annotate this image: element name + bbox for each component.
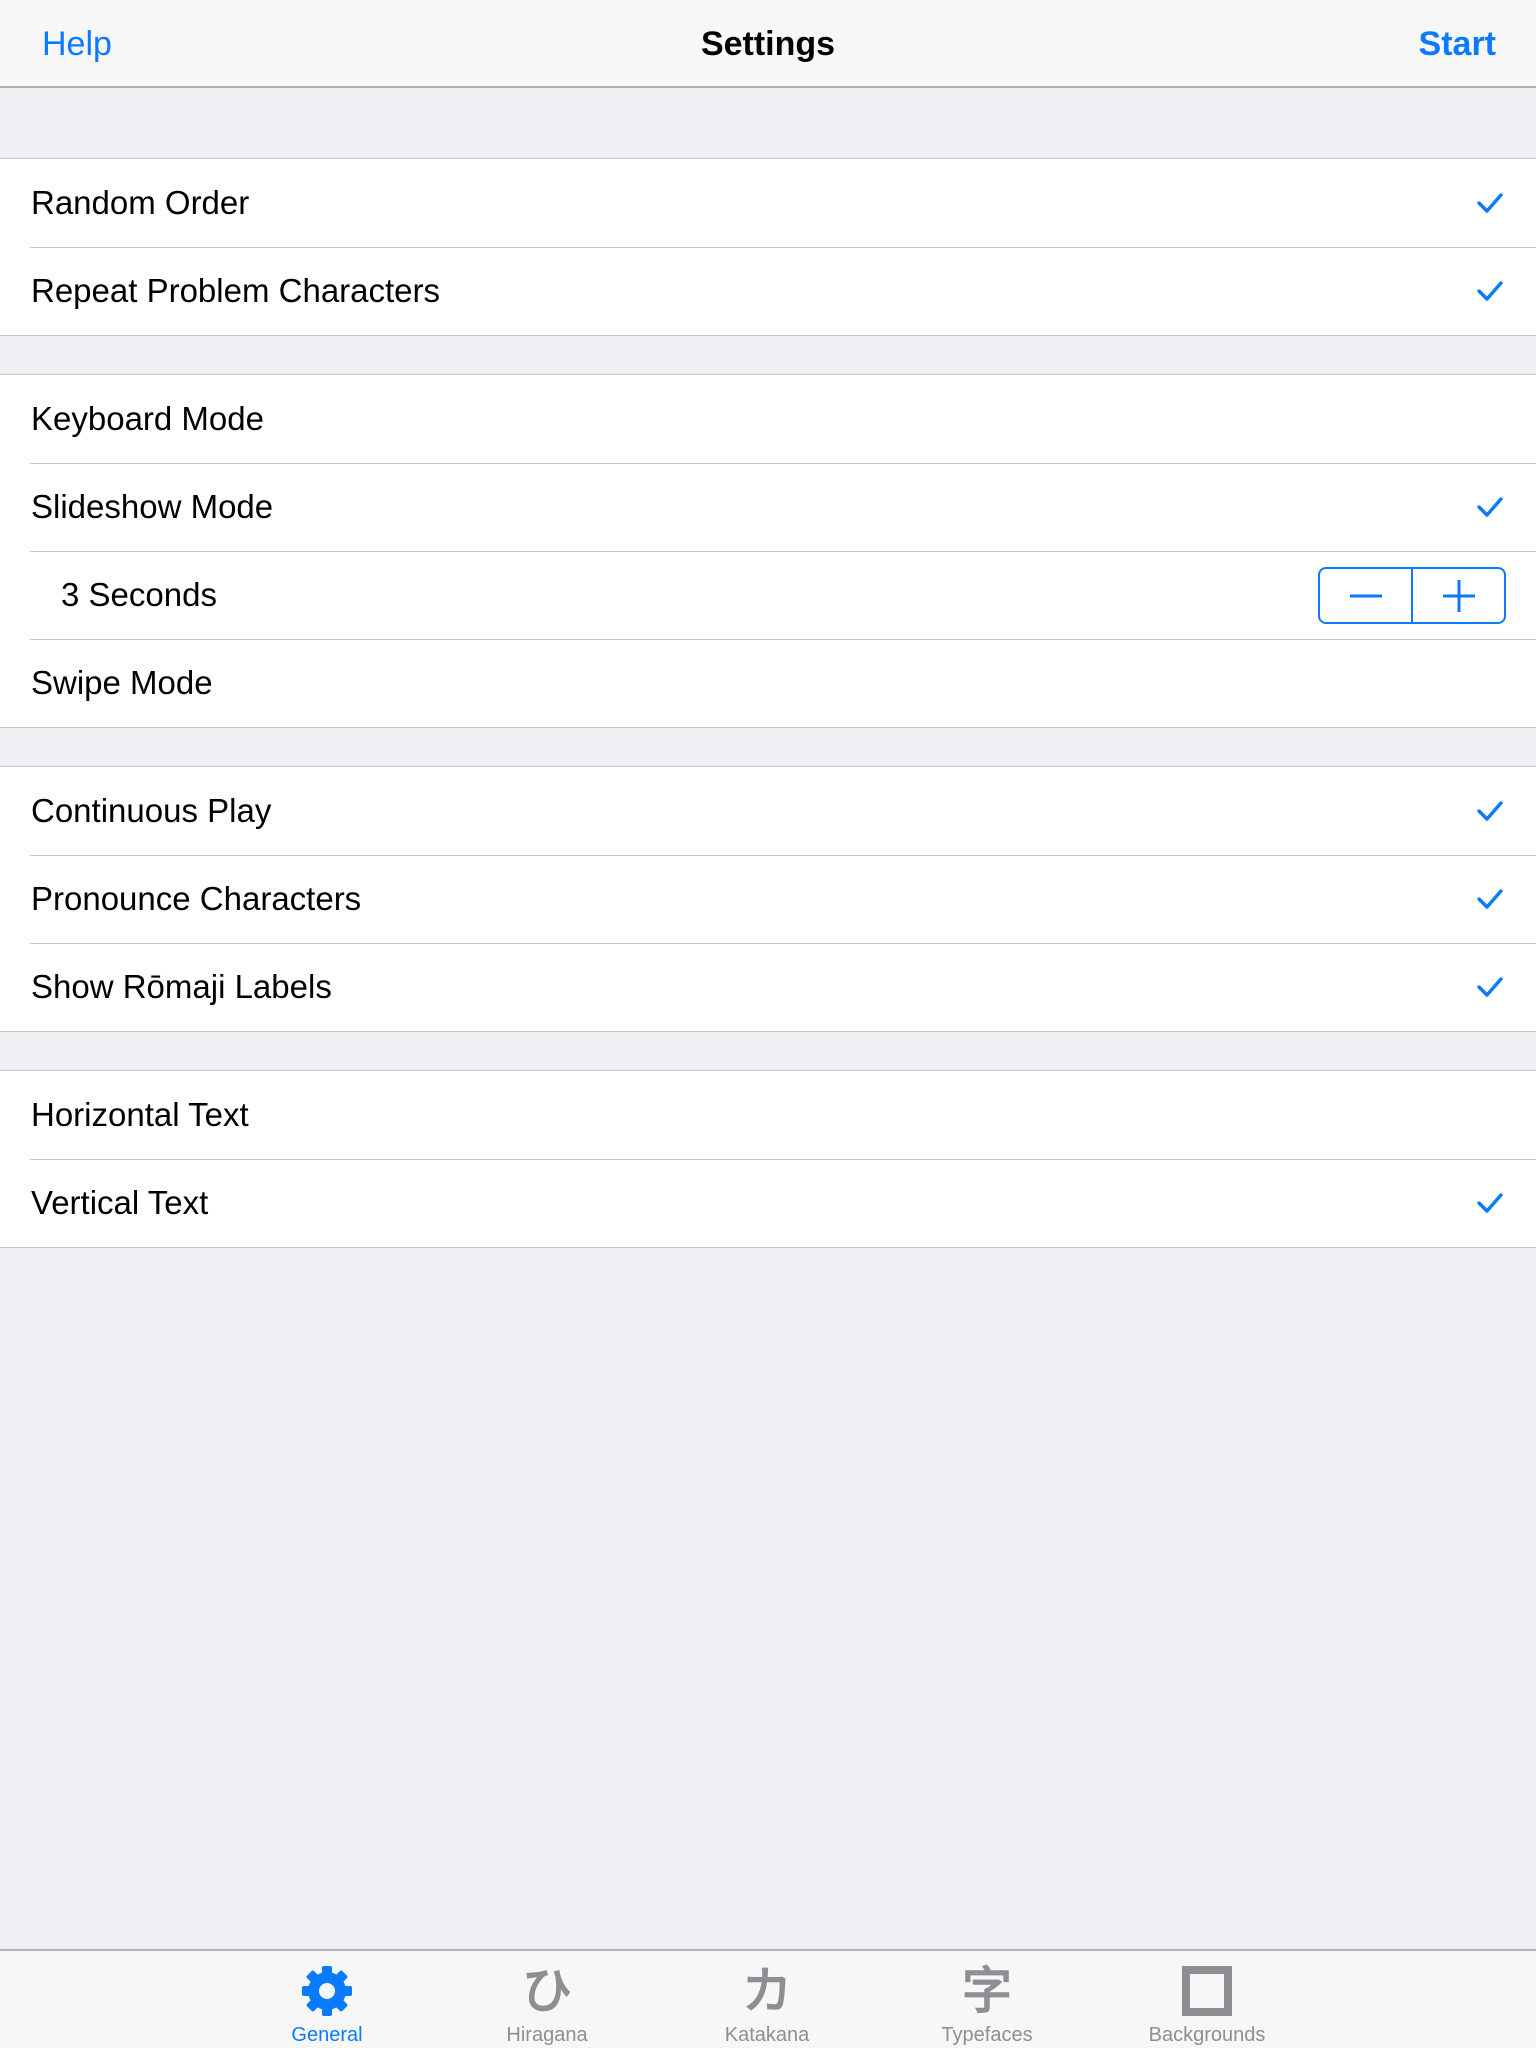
checkmark-icon xyxy=(1476,885,1504,913)
tab-label: General xyxy=(291,2024,363,2046)
setting-row-continuous-play[interactable]: Continuous Play xyxy=(0,767,1536,855)
kanji-ji-icon: 字 xyxy=(962,1962,1012,2020)
tab-typefaces[interactable]: 字 Typefaces xyxy=(887,1951,1087,2048)
checkmark-icon xyxy=(1476,797,1504,825)
tab-label: Backgrounds xyxy=(1148,2024,1266,2046)
minus-icon xyxy=(1349,579,1383,613)
tab-general[interactable]: General xyxy=(227,1951,427,2048)
checkmark-icon xyxy=(1476,973,1504,1001)
setting-label: Horizontal Text xyxy=(31,1096,249,1133)
tab-katakana[interactable]: カ Katakana xyxy=(667,1951,867,2048)
setting-label: Pronounce Characters xyxy=(31,880,362,917)
start-button[interactable]: Start xyxy=(1419,0,1496,88)
setting-row-random-order[interactable]: Random Order xyxy=(0,159,1536,247)
setting-label: Slideshow Mode xyxy=(31,488,274,525)
setting-row-repeat-problem-characters[interactable]: Repeat Problem Characters xyxy=(0,247,1536,335)
gear-icon xyxy=(299,1963,355,2019)
setting-label: Swipe Mode xyxy=(31,664,213,701)
checkmark-icon xyxy=(1476,189,1504,217)
plus-icon xyxy=(1442,579,1476,613)
setting-label: Repeat Problem Characters xyxy=(31,272,441,309)
setting-row-swipe-mode[interactable]: Swipe Mode xyxy=(0,639,1536,727)
setting-label: Continuous Play xyxy=(31,792,272,829)
checkmark-icon xyxy=(1476,493,1504,521)
checkmark-icon xyxy=(1476,277,1504,305)
settings-group-playback: Continuous Play Pronounce Characters Sho… xyxy=(0,766,1536,1032)
tab-backgrounds[interactable]: Backgrounds xyxy=(1107,1951,1307,2048)
checkmark-icon xyxy=(1476,1189,1504,1217)
settings-group-text-direction: Horizontal Text Vertical Text xyxy=(0,1070,1536,1248)
tab-label: Hiragana xyxy=(506,2024,588,2046)
settings-group-order: Random Order Repeat Problem Characters xyxy=(0,158,1536,336)
setting-label: Keyboard Mode xyxy=(31,400,264,437)
tab-label: Katakana xyxy=(724,2024,810,2046)
interval-stepper xyxy=(1318,567,1506,624)
tab-bar: General ひ Hiragana カ Katakana 字 Typeface… xyxy=(0,1949,1536,2048)
setting-label: Show Rōmaji Labels xyxy=(31,968,332,1005)
navigation-bar: Help Settings Start xyxy=(0,0,1536,88)
page-title: Settings xyxy=(700,25,836,63)
setting-label: Random Order xyxy=(31,184,250,221)
setting-row-show-romaji-labels[interactable]: Show Rōmaji Labels xyxy=(0,943,1536,1031)
square-icon xyxy=(1179,1963,1235,2019)
settings-group-mode: Keyboard Mode Slideshow Mode 3 Seconds S… xyxy=(0,374,1536,728)
setting-row-vertical-text[interactable]: Vertical Text xyxy=(0,1159,1536,1247)
decrement-button[interactable] xyxy=(1320,569,1411,622)
help-button[interactable]: Help xyxy=(42,0,112,88)
setting-row-horizontal-text[interactable]: Horizontal Text xyxy=(0,1071,1536,1159)
setting-row-slideshow-interval: 3 Seconds xyxy=(0,551,1536,639)
hiragana-hi-icon: ひ xyxy=(522,1962,572,2020)
tab-hiragana[interactable]: ひ Hiragana xyxy=(447,1951,647,2048)
setting-row-keyboard-mode[interactable]: Keyboard Mode xyxy=(0,375,1536,463)
interval-label: 3 Seconds xyxy=(61,576,217,613)
increment-button[interactable] xyxy=(1411,569,1504,622)
setting-row-pronounce-characters[interactable]: Pronounce Characters xyxy=(0,855,1536,943)
katakana-ka-icon: カ xyxy=(742,1962,792,2020)
setting-label: Vertical Text xyxy=(31,1184,209,1221)
setting-row-slideshow-mode[interactable]: Slideshow Mode xyxy=(0,463,1536,551)
tab-label: Typefaces xyxy=(941,2024,1033,2046)
